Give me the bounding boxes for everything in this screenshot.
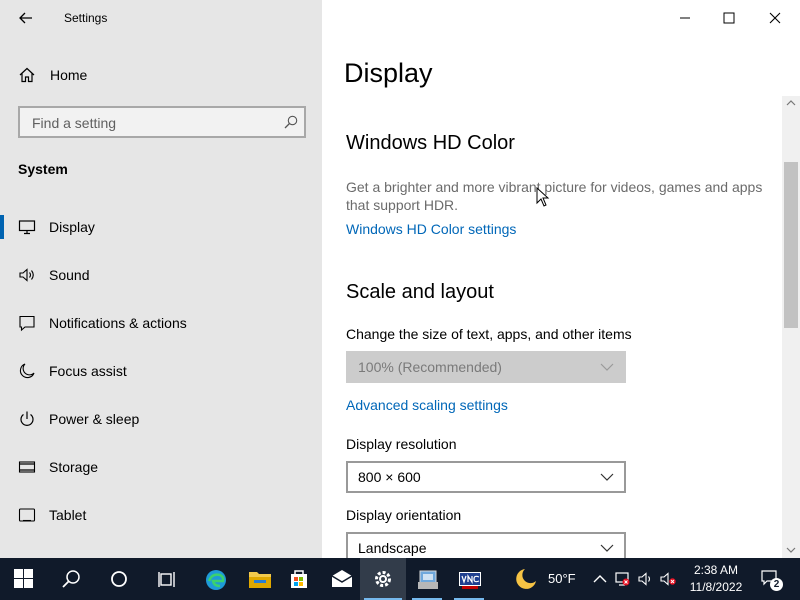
moon-icon [516, 569, 536, 589]
sidebar-item-power-sleep[interactable]: Power & sleep [0, 399, 322, 439]
monitor-icon [18, 220, 36, 235]
scale-dropdown[interactable]: 100% (Recommended) [346, 351, 626, 383]
start-button[interactable] [0, 558, 46, 600]
chevron-up-icon[interactable] [592, 571, 608, 587]
sidebar: Settings Home System Display Sound Notif… [0, 0, 322, 558]
mouse-cursor-icon [536, 187, 550, 207]
sidebar-item-label: Sound [49, 267, 90, 283]
maximize-button[interactable] [706, 4, 752, 32]
notification-count-badge: 2 [770, 578, 783, 591]
app-taskbar-button[interactable] [404, 558, 450, 600]
hd-color-description: Get a brighter and more vibrant picture … [346, 179, 763, 213]
search-box [18, 106, 306, 138]
power-icon [20, 411, 34, 426]
cortana-button[interactable] [96, 558, 142, 600]
app-icon [418, 570, 438, 589]
vnc-icon [459, 572, 481, 589]
sidebar-item-label: Notifications & actions [49, 315, 187, 331]
search-icon [62, 570, 80, 588]
vertical-scrollbar[interactable] [782, 96, 800, 558]
vnc-viewer-button[interactable] [446, 558, 492, 600]
advanced-scaling-link[interactable]: Advanced scaling settings [346, 397, 508, 413]
tablet-icon [18, 508, 36, 522]
scrollbar-thumb[interactable] [784, 162, 798, 328]
settings-window: Settings Home System Display Sound Notif… [0, 0, 800, 558]
home-icon [19, 67, 35, 83]
page-title: Display [344, 58, 433, 88]
weather-temperature: 50°F [548, 571, 576, 586]
close-button[interactable] [752, 4, 798, 32]
storage-icon [18, 461, 36, 473]
mail-button[interactable] [318, 558, 364, 600]
chevron-down-icon [600, 544, 614, 552]
orientation-value: Landscape [358, 540, 427, 556]
window-title: Settings [64, 11, 108, 25]
edge-button[interactable] [192, 558, 238, 600]
sidebar-item-label: Tablet [49, 507, 87, 523]
task-view-icon [158, 572, 175, 587]
taskbar: 50°F 2:38 AM 11/8/2022 2 [0, 558, 800, 600]
microphone-muted-icon[interactable] [660, 571, 676, 587]
sidebar-item-display[interactable]: Display [0, 207, 322, 247]
search-input[interactable] [30, 113, 274, 133]
section-label: System [18, 161, 68, 177]
scale-label: Change the size of text, apps, and other… [346, 326, 632, 342]
settings-taskbar-button[interactable] [360, 558, 406, 600]
sidebar-item-tablet[interactable]: Tablet [0, 495, 322, 535]
resolution-dropdown[interactable]: 800 × 600 [346, 461, 626, 493]
folder-icon [249, 572, 271, 588]
windows-logo-icon [14, 569, 33, 588]
store-button[interactable] [276, 558, 322, 600]
cortana-icon [111, 571, 127, 587]
back-button[interactable] [14, 6, 38, 30]
sidebar-item-label: Focus assist [49, 363, 127, 379]
minimize-icon [680, 17, 690, 19]
sidebar-item-focus-assist[interactable]: Focus assist [0, 351, 322, 391]
search-icon[interactable] [284, 115, 298, 129]
hd-color-settings-link[interactable]: Windows HD Color settings [346, 221, 516, 237]
speaker-icon[interactable] [638, 571, 654, 587]
sidebar-item-label: Home [50, 67, 88, 83]
sidebar-item-label: Storage [49, 459, 99, 475]
hd-color-heading: Windows HD Color [346, 132, 515, 154]
chevron-down-icon [600, 363, 614, 371]
clock-date: 11/8/2022 [689, 580, 743, 594]
sidebar-item-home[interactable]: Home [0, 60, 322, 90]
orientation-dropdown[interactable]: Landscape [346, 532, 626, 558]
chevron-down-icon [600, 473, 614, 481]
sidebar-item-storage[interactable]: Storage [0, 447, 322, 487]
network-icon[interactable] [614, 571, 630, 587]
orientation-label: Display orientation [346, 507, 462, 523]
maximize-icon [723, 12, 735, 24]
scale-value: 100% (Recommended) [358, 359, 502, 375]
arrow-left-icon [19, 12, 32, 24]
resolution-value: 800 × 600 [358, 469, 421, 485]
scroll-up-icon[interactable] [786, 99, 796, 107]
edge-icon [206, 570, 226, 590]
task-view-button[interactable] [144, 558, 190, 600]
sidebar-item-sound[interactable]: Sound [0, 255, 322, 295]
sidebar-item-notifications[interactable]: Notifications & actions [0, 303, 322, 343]
speaker-icon [19, 268, 34, 282]
moon-icon [19, 363, 35, 379]
taskbar-search-button[interactable] [48, 558, 94, 600]
clock-time: 2:38 AM [693, 563, 739, 577]
resolution-label: Display resolution [346, 436, 457, 452]
mail-icon [331, 570, 353, 587]
close-icon [769, 12, 781, 24]
minimize-button[interactable] [662, 4, 708, 32]
scroll-down-icon[interactable] [786, 546, 796, 554]
gear-icon [375, 571, 391, 587]
sidebar-item-label: Display [49, 219, 95, 235]
scale-layout-heading: Scale and layout [346, 281, 494, 303]
content-pane: Display Windows HD Color Get a brighter … [322, 0, 800, 558]
weather-widget[interactable]: 50°F [508, 558, 588, 600]
store-icon [291, 570, 307, 588]
sidebar-item-label: Power & sleep [49, 411, 140, 427]
notification-icon [19, 315, 35, 332]
